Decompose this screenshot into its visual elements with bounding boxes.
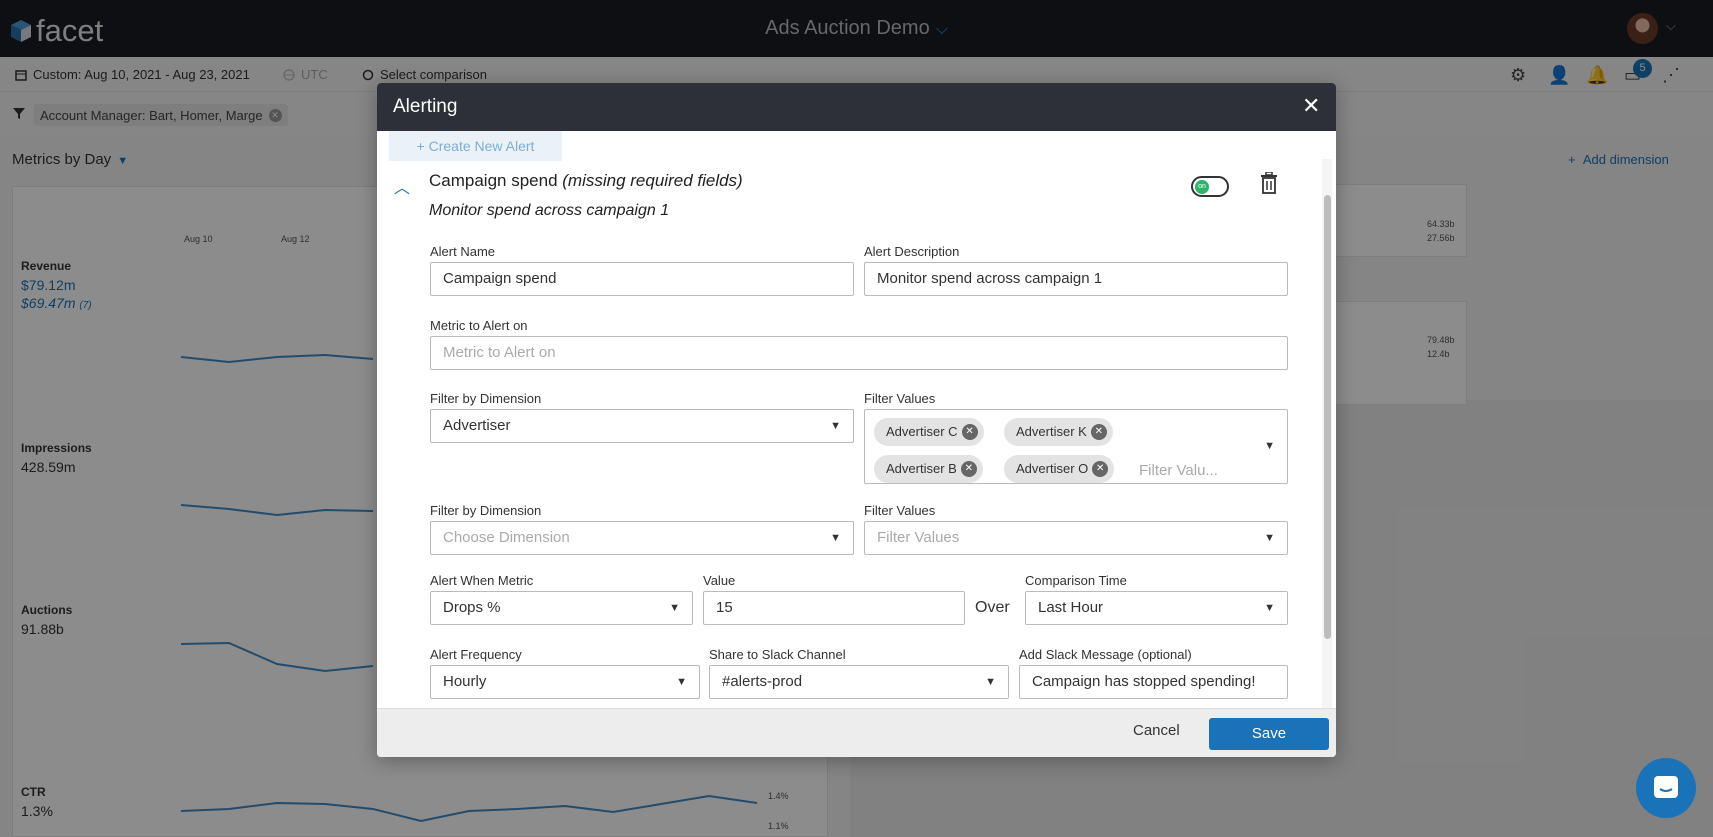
filter-value-chip: Advertiser B ✕: [874, 455, 983, 483]
filter-value-chip: Advertiser O ✕: [1004, 455, 1115, 483]
scrollbar-thumb[interactable]: [1324, 195, 1331, 639]
filter-value-chip: Advertiser K ✕: [1004, 418, 1113, 446]
filter-values-label: Filter Values: [864, 391, 936, 406]
alert-description-label: Alert Description: [864, 244, 960, 259]
alert-description-input[interactable]: Monitor spend across campaign 1: [864, 262, 1288, 296]
chevron-up-icon[interactable]: ︿: [394, 174, 410, 198]
filter-values-select[interactable]: Filter Values ▼: [864, 521, 1288, 555]
remove-chip-icon[interactable]: ✕: [961, 424, 978, 440]
remove-chip-icon[interactable]: ✕: [1090, 424, 1107, 440]
caret-down-icon: ▼: [1264, 602, 1275, 614]
filter-dimension-placeholder: Choose Dimension: [443, 529, 570, 546]
filter-values-search[interactable]: Filter Valu...: [1139, 462, 1218, 479]
metric-input[interactable]: Metric to Alert on: [430, 336, 1288, 370]
comparison-time-select[interactable]: Last Hour ▼: [1025, 591, 1288, 625]
slack-channel-value: #alerts-prod: [722, 673, 803, 690]
filter-dimension-label: Filter by Dimension: [430, 503, 542, 518]
save-button[interactable]: Save: [1209, 718, 1329, 750]
missing-fields-note: (missing required fields): [562, 171, 743, 190]
caret-down-icon[interactable]: ▼: [1264, 430, 1275, 462]
toggle-knob: on: [1195, 180, 1209, 194]
comparison-time-value: Last Hour: [1038, 599, 1104, 616]
slack-message-input[interactable]: Campaign has stopped spending!: [1019, 665, 1288, 699]
frequency-select[interactable]: Hourly ▼: [430, 665, 700, 699]
over-text: Over: [975, 599, 1010, 616]
caret-down-icon: ▼: [830, 532, 841, 544]
remove-chip-icon[interactable]: ✕: [960, 461, 977, 477]
create-new-alert-button[interactable]: + Create New Alert: [389, 131, 562, 161]
alert-when-label: Alert When Metric: [430, 573, 534, 588]
caret-down-icon: ▼: [1264, 532, 1275, 544]
alert-enabled-toggle[interactable]: on: [1191, 176, 1229, 197]
frequency-value: Hourly: [443, 673, 487, 690]
filter-dimension-label: Filter by Dimension: [430, 391, 542, 406]
slack-channel-label: Share to Slack Channel: [709, 647, 846, 662]
alert-name-input[interactable]: Campaign spend: [430, 262, 854, 296]
filter-values-placeholder: Filter Values: [877, 529, 960, 546]
filter-dimension-select[interactable]: Choose Dimension ▼: [430, 521, 854, 555]
slack-message-label: Add Slack Message (optional): [1019, 647, 1192, 662]
filter-values-label: Filter Values: [864, 503, 936, 518]
alert-when-value: Drops %: [443, 599, 501, 616]
slack-channel-select[interactable]: #alerts-prod ▼: [709, 665, 1009, 699]
caret-down-icon: ▼: [830, 420, 841, 432]
cancel-button[interactable]: Cancel: [1133, 722, 1180, 739]
remove-chip-icon[interactable]: ✕: [1092, 461, 1109, 477]
caret-down-icon: ▼: [985, 676, 996, 688]
modal-header: Alerting ✕: [377, 83, 1336, 131]
alerting-modal: Alerting ✕ + Create New Alert ︿ Campaign…: [377, 83, 1336, 757]
trash-icon[interactable]: [1260, 172, 1278, 194]
modal-footer: Cancel Save: [377, 708, 1336, 757]
metric-label: Metric to Alert on: [430, 318, 528, 333]
alert-subheading: Monitor spend across campaign 1: [429, 202, 670, 219]
value-input[interactable]: 15: [703, 591, 965, 625]
modal-title: Alerting: [393, 96, 458, 117]
alert-when-select[interactable]: Drops % ▼: [430, 591, 693, 625]
caret-down-icon: ▼: [676, 676, 687, 688]
caret-down-icon: ▼: [669, 602, 680, 614]
alert-heading: Campaign spend (missing required fields): [429, 171, 743, 190]
filter-value-chip: Advertiser C ✕: [874, 418, 984, 446]
filter-dimension-value: Advertiser: [443, 417, 511, 434]
close-icon[interactable]: ✕: [1302, 95, 1320, 117]
frequency-label: Alert Frequency: [430, 647, 522, 662]
modal-body: + Create New Alert ︿ Campaign spend (mis…: [377, 131, 1336, 708]
chat-bubble-icon: [1654, 776, 1678, 798]
comparison-time-label: Comparison Time: [1025, 573, 1127, 588]
filter-dimension-select[interactable]: Advertiser ▼: [430, 409, 854, 443]
alert-name-label: Alert Name: [430, 244, 496, 259]
chat-launcher-button[interactable]: [1636, 758, 1696, 818]
value-label: Value: [703, 573, 736, 588]
